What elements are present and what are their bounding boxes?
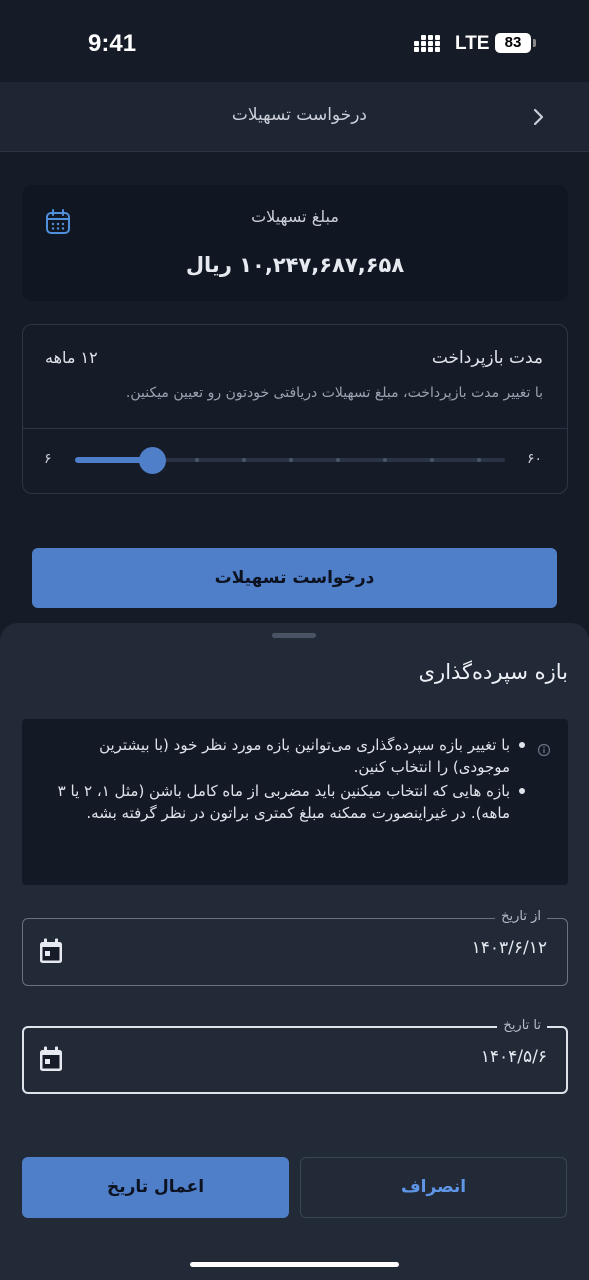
slider-step-dot (336, 458, 340, 462)
status-time: 9:41 (88, 30, 137, 57)
duration-title: مدت بازپرداخت (431, 348, 543, 368)
chevron-right-icon[interactable] (529, 106, 549, 128)
sheet-handle[interactable] (272, 633, 316, 638)
request-loan-button[interactable]: درخواست تسهیلات (32, 548, 557, 608)
divider (23, 428, 567, 429)
home-indicator (190, 1262, 399, 1267)
slider-max-label: ۶۰ (527, 451, 543, 467)
battery-icon: 83 (495, 33, 531, 53)
slider-step-dot (195, 458, 199, 462)
info-item: بازه هایی که انتخاب میکنین باید مضربی از… (45, 780, 528, 824)
slider-step-dot (289, 458, 293, 462)
from-date-value[interactable]: ۱۴۰۳/۶/۱۲ (472, 938, 547, 958)
duration-value: ۱۲ ماهه (45, 348, 98, 367)
sheet-title: بازه سپرده‌گذاری (418, 660, 568, 684)
calendar-icon[interactable] (39, 1046, 63, 1072)
amount-card (22, 185, 568, 301)
slider-step-dot (383, 458, 387, 462)
slider-step-dot (242, 458, 246, 462)
signal-icon (414, 35, 448, 53)
to-date-value[interactable]: ۱۴۰۴/۵/۶ (481, 1047, 547, 1067)
amount-label: مبلغ تسهیلات (251, 207, 339, 226)
slider-thumb[interactable] (138, 447, 166, 474)
to-date-label: تا تاریخ (497, 1018, 547, 1033)
network-label: LTE (455, 33, 490, 54)
apply-date-button[interactable]: اعمال تاریخ (22, 1157, 289, 1218)
cancel-button[interactable]: انصراف (300, 1157, 567, 1218)
calendar-icon[interactable] (39, 938, 63, 964)
amount-value: ۱۰,۲۴۷,۶۸۷,۶۵۸ ریال (185, 253, 405, 277)
info-list: با تغییر بازه سپرده‌گذاری می‌توانین بازه… (45, 734, 528, 826)
info-item: با تغییر بازه سپرده‌گذاری می‌توانین بازه… (45, 734, 528, 778)
slider-step-dot (430, 458, 434, 462)
from-date-label: از تاریخ (495, 909, 547, 924)
slider-step-dot (477, 458, 481, 462)
info-icon (537, 743, 551, 757)
battery-tip (533, 39, 536, 47)
page-title: درخواست تسهیلات (231, 105, 367, 125)
duration-description: با تغییر مدت بازپرداخت، مبلغ تسهیلات دری… (125, 385, 543, 401)
slider-min-label: ۶ (44, 451, 52, 467)
